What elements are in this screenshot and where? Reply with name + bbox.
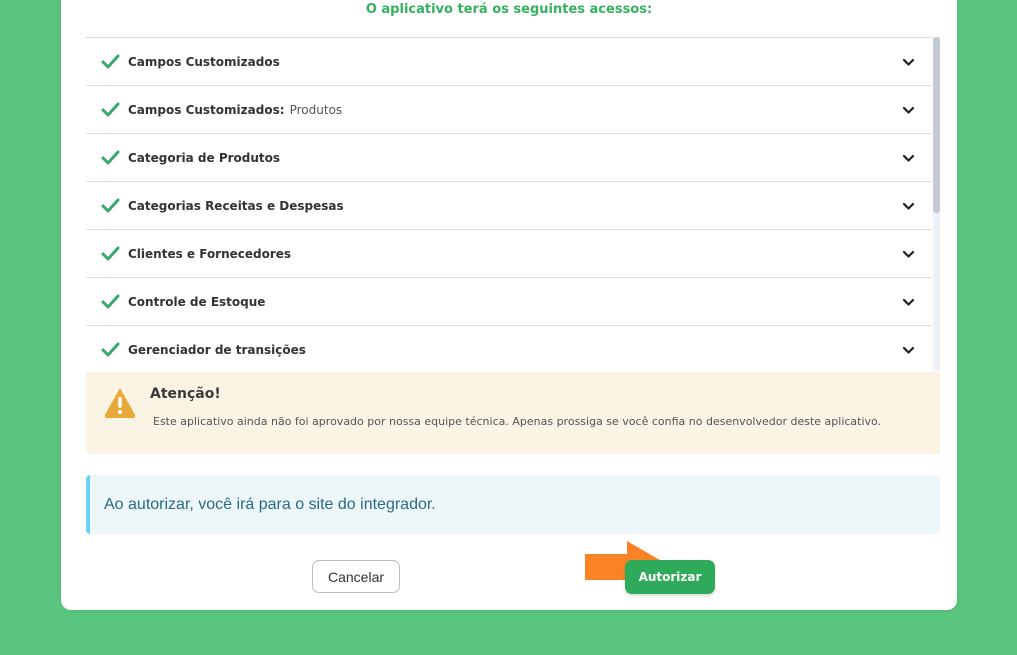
permission-item[interactable]: Categoria de Produtos bbox=[86, 134, 932, 182]
check-icon bbox=[101, 244, 120, 263]
permission-item[interactable]: Campos Customizados bbox=[86, 38, 932, 86]
info-alert: Ao autorizar, você irá para o site do in… bbox=[86, 475, 940, 534]
authorization-card: O aplicativo terá os seguintes acessos: … bbox=[61, 0, 957, 610]
permissions-list: Campos Customizados Campos Customizados:… bbox=[86, 37, 932, 372]
permission-label: Categorias Receitas e Despesas bbox=[128, 198, 344, 213]
chevron-down-icon[interactable] bbox=[902, 344, 915, 357]
permission-item[interactable]: Clientes e Fornecedores bbox=[86, 230, 932, 278]
permission-label: Campos Customizados bbox=[128, 54, 280, 69]
check-icon bbox=[101, 292, 120, 311]
permission-label: Gerenciador de transições bbox=[128, 342, 306, 357]
chevron-down-icon[interactable] bbox=[902, 200, 915, 213]
check-icon bbox=[101, 340, 120, 359]
chevron-down-icon[interactable] bbox=[902, 104, 915, 117]
permissions-heading: O aplicativo terá os seguintes acessos: bbox=[365, 2, 653, 17]
warning-alert: Atenção! Este aplicativo ainda não foi a… bbox=[86, 372, 940, 454]
check-icon bbox=[101, 196, 120, 215]
permission-label: Campos Customizados: bbox=[128, 102, 285, 117]
chevron-down-icon[interactable] bbox=[902, 296, 915, 309]
warning-icon bbox=[104, 389, 136, 418]
chevron-down-icon[interactable] bbox=[902, 56, 915, 69]
chevron-down-icon[interactable] bbox=[902, 248, 915, 261]
permission-label: Clientes e Fornecedores bbox=[128, 246, 292, 261]
check-icon bbox=[101, 100, 120, 119]
info-message: Ao autorizar, você irá para o site do in… bbox=[104, 496, 436, 513]
permission-sublabel: Produtos bbox=[289, 102, 343, 117]
chevron-down-icon[interactable] bbox=[902, 152, 915, 165]
permission-item[interactable]: Campos Customizados: Produtos bbox=[86, 86, 932, 134]
cancel-button[interactable]: Cancelar bbox=[312, 560, 400, 593]
permission-item[interactable]: Categorias Receitas e Despesas bbox=[86, 182, 932, 230]
check-icon bbox=[101, 148, 120, 167]
check-icon bbox=[101, 52, 120, 71]
permission-label: Categoria de Produtos bbox=[128, 150, 281, 165]
warning-message: Este aplicativo ainda não foi aprovado p… bbox=[153, 415, 882, 428]
scrollbar-thumb[interactable] bbox=[933, 37, 940, 213]
permission-item[interactable]: Gerenciador de transições bbox=[86, 326, 932, 372]
permission-item[interactable]: Controle de Estoque bbox=[86, 278, 932, 326]
warning-title: Atenção! bbox=[150, 386, 221, 402]
permissions-scrollbar[interactable] bbox=[933, 37, 940, 371]
permission-label: Controle de Estoque bbox=[128, 294, 266, 309]
authorize-button[interactable]: Autorizar bbox=[625, 560, 715, 594]
